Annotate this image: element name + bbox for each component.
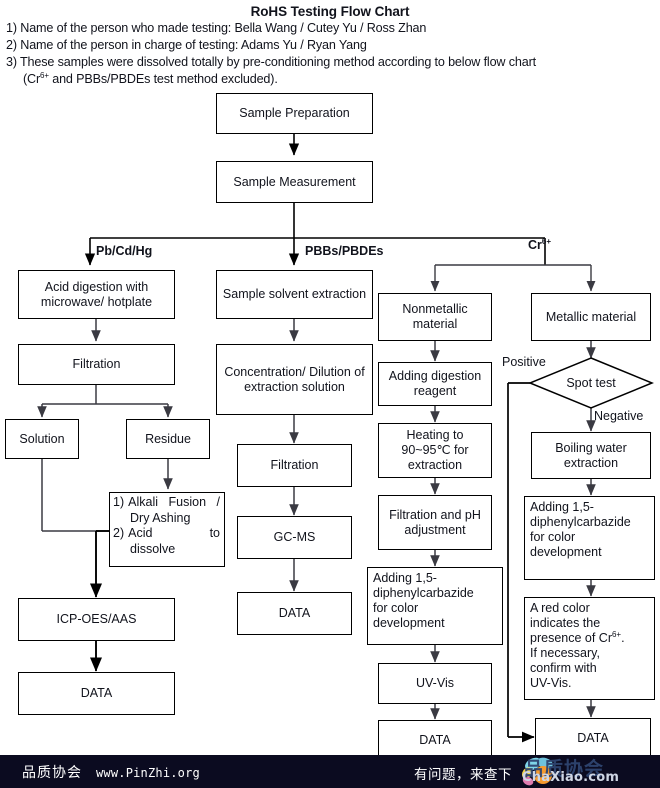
node-gc-ms[interactable]: GC-MS xyxy=(237,516,352,559)
footer-website-url[interactable]: www.PinZhi.org xyxy=(96,766,200,780)
branch-label-metals: Pb/Cd/Hg xyxy=(96,244,153,258)
red-color-line-3-post: . xyxy=(621,631,625,645)
node-nonmetallic-material[interactable]: Nonmetallic material xyxy=(378,293,492,341)
heating-line-3: extraction xyxy=(407,458,463,472)
node-residue[interactable]: Residue xyxy=(126,419,210,459)
red-color-line-4: If necessary, xyxy=(530,646,600,660)
node-data-metallic[interactable]: DATA xyxy=(535,718,651,759)
red-color-line-5: confirm with xyxy=(530,661,597,675)
node-label: Metallic material xyxy=(545,309,637,324)
node-label: DATA xyxy=(80,686,113,700)
branch-label-chromium: Cr6+ xyxy=(528,236,552,252)
node-label: Concentration/ Dilution of extraction so… xyxy=(224,364,365,394)
node-label: Nonmetallic material xyxy=(402,302,468,331)
branch-label-pbbs: PBBs/PBDEs xyxy=(305,244,384,258)
node-label: DATA xyxy=(419,733,451,747)
node-filtration-left[interactable]: Filtration xyxy=(18,344,175,385)
flowchart-canvas: Sample Preparation Sample Measurement Pb… xyxy=(0,0,660,761)
red-color-line-3: presence of Cr6+. xyxy=(530,629,649,646)
node-concentration-dilution[interactable]: Concentration/ Dilution of extraction so… xyxy=(216,344,373,415)
node-label: Acid digestion with microwave/ hotplate xyxy=(40,279,153,309)
node-label: Residue xyxy=(145,431,191,446)
dpc-line-3: for color xyxy=(530,530,576,544)
node-filtration-ph-adjustment[interactable]: Filtration and pH adjustment xyxy=(378,495,492,550)
watermark-brand-en: ChaXiao.com xyxy=(522,770,620,785)
node-label: DATA xyxy=(577,731,609,745)
red-color-line-6: UV-Vis. xyxy=(530,676,572,690)
footer-watermark: 品质协会 ChaXiao.com xyxy=(516,756,658,788)
node-adding-dpc-metallic[interactable]: Adding 1,5- diphenylcarbazide for color … xyxy=(524,496,655,580)
dpc-line-3: for color xyxy=(373,601,419,615)
footer-brand-group: 品质协会 www.PinZhi.org xyxy=(22,762,200,782)
node-label: ICP-OES/AAS xyxy=(56,612,137,626)
node-adding-digestion-reagent[interactable]: Adding digestion reagent xyxy=(378,362,492,406)
node-label: Filtration and pH adjustment xyxy=(389,507,481,537)
red-color-line-2: indicates the xyxy=(530,616,601,630)
node-data-metals[interactable]: DATA xyxy=(18,672,175,715)
dpc-line-4: development xyxy=(530,545,602,559)
alkali-step-1-number: 1) xyxy=(113,495,125,509)
footer-brand-name: 品质协会 xyxy=(22,765,82,781)
dpc-line-1: Adding 1,5- xyxy=(373,571,437,585)
node-heating-extraction[interactable]: Heating to 90~95℃ for extraction xyxy=(378,423,492,478)
red-color-line-3-pre: presence of Cr xyxy=(530,631,612,645)
node-solution[interactable]: Solution xyxy=(5,419,79,459)
node-red-color-indicates-cr6[interactable]: A red color indicates the presence of Cr… xyxy=(524,597,655,700)
dpc-line-2: diphenylcarbazide xyxy=(373,586,474,600)
node-spot-test-decision[interactable]: Spot test xyxy=(530,358,652,408)
branch-label-chromium-superscript: 6+ xyxy=(541,236,552,246)
alkali-step-2-number: 2) xyxy=(113,526,125,540)
edge-label-positive: Positive xyxy=(502,355,546,369)
dpc-line-2: diphenylcarbazide xyxy=(530,515,631,529)
node-sample-solvent-extraction[interactable]: Sample solvent extraction xyxy=(216,270,373,319)
node-label: Solution xyxy=(19,431,65,446)
alkali-step-2-continued: dissolve xyxy=(130,541,176,556)
node-label: Sample solvent extraction xyxy=(222,287,367,301)
dpc-line-4: development xyxy=(373,616,445,630)
edge-label-negative: Negative xyxy=(594,409,644,423)
node-label: DATA xyxy=(278,606,311,620)
node-acid-digestion[interactable]: Acid digestion with microwave/ hotplate xyxy=(18,270,175,319)
red-color-line-3-superscript: 6+ xyxy=(611,629,622,639)
heating-line-2: 90~95℃ for xyxy=(401,443,469,457)
heating-line-1: Heating to xyxy=(406,428,464,442)
node-label: GC-MS xyxy=(273,530,316,544)
node-metallic-material[interactable]: Metallic material xyxy=(531,293,651,341)
branch-label-chromium-text: Cr xyxy=(528,238,542,252)
node-sample-preparation[interactable]: Sample Preparation xyxy=(216,93,373,134)
node-label: Filtration xyxy=(72,357,121,371)
node-data-pbbs[interactable]: DATA xyxy=(237,592,352,635)
node-label: Adding digestion reagent xyxy=(388,369,482,398)
alkali-step-1: 1) Alkali Fusion / xyxy=(113,495,221,511)
node-adding-dpc-nonmetallic[interactable]: Adding 1,5- diphenylcarbazide for color … xyxy=(367,567,503,645)
node-icp-oes-aas[interactable]: ICP-OES/AAS xyxy=(18,598,175,641)
alkali-step-2: 2) Acid to xyxy=(113,526,221,542)
node-label: Filtration xyxy=(270,458,319,472)
node-label: Boiling water extraction xyxy=(555,440,627,470)
alkali-step-1-text: Alkali Fusion / xyxy=(128,495,220,509)
dpc-line-1: Adding 1,5- xyxy=(530,500,594,514)
footer-tagline: 有问题，来查下 xyxy=(414,767,512,783)
alkali-step-1-continued: Dry Ashing xyxy=(130,510,191,525)
node-label: Sample Preparation xyxy=(239,106,350,120)
node-label: Sample Measurement xyxy=(233,174,356,189)
node-alkali-fusion-acid-dissolve[interactable]: 1) Alkali Fusion / Dry Ashing 2) Acid to… xyxy=(109,492,225,567)
footer-bar: 品质协会 www.PinZhi.org 有问题，来查下 品质协会 ChaXiao… xyxy=(0,755,660,788)
node-uv-vis[interactable]: UV-Vis xyxy=(378,663,492,704)
node-label: Spot test xyxy=(566,376,616,390)
alkali-step-2-text: Acid to xyxy=(128,526,220,540)
node-boiling-water-extraction[interactable]: Boiling water extraction xyxy=(531,432,651,479)
red-color-line-1: A red color xyxy=(530,601,590,615)
node-sample-measurement[interactable]: Sample Measurement xyxy=(216,161,373,203)
node-filtration-mid[interactable]: Filtration xyxy=(237,444,352,487)
node-label: Heating to 90~95℃ for extraction xyxy=(401,428,468,473)
node-label: UV-Vis xyxy=(416,676,454,690)
